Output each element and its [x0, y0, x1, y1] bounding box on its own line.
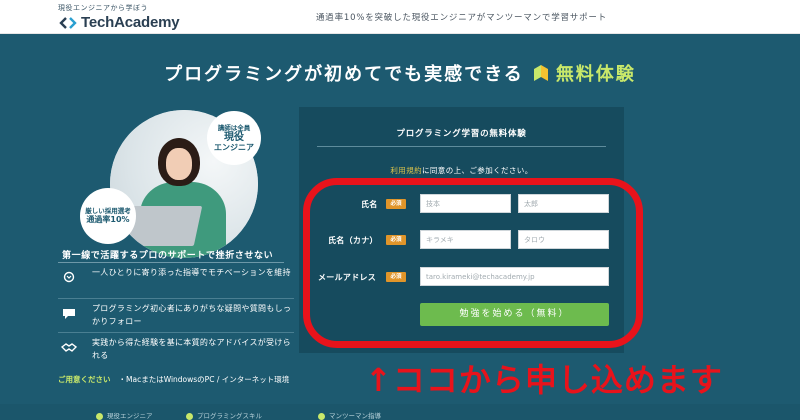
handshake-icon: [60, 338, 78, 356]
feature-item: 実践から得た経験を基に本質的なアドバイスが受けられる: [58, 336, 294, 362]
badge-icon: [318, 412, 325, 420]
hero-headline: プログラミングが初めてでも実感できる 無料体験: [0, 60, 800, 86]
divider: [317, 146, 606, 147]
logo-subtitle: 現役エンジニアから学ぼう: [58, 4, 148, 12]
feature-item: プログラミング初心者にありがちな疑問や質問もしっかりフォロー: [58, 302, 294, 328]
divider: [58, 332, 294, 333]
divider: [58, 298, 294, 299]
beginner-leaf-icon: [530, 62, 552, 84]
feature-item: 一人ひとりに寄り添った指導でモチベーションを維持: [58, 266, 294, 286]
footer-item: プログラミングスキル: [186, 410, 262, 420]
techacademy-logo[interactable]: 現役エンジニアから学ぼう TechAcademy: [58, 3, 180, 31]
terms-link[interactable]: 利用規約: [390, 166, 422, 175]
consent-text: 利用規約に同意の上、ご参加ください。: [390, 166, 533, 175]
header-tagline: 通過率10%を突破した現役エンジニアがマンツーマンで学習サポート: [316, 13, 607, 23]
pass-rate-badge: 厳しい採用選考 通過率10%: [80, 188, 136, 244]
headline-text: プログラミングが初めてでも実感できる: [164, 64, 524, 85]
logo-chevron-icon: [58, 16, 78, 30]
all-engineers-badge: 講師は全員 現役 エンジニア: [207, 111, 261, 165]
badge-icon: [96, 412, 103, 420]
divider: [58, 262, 284, 263]
footer-item: 現役エンジニア: [96, 410, 153, 420]
badge-icon: [186, 412, 193, 420]
footer-item: マンツーマン指導: [318, 410, 381, 420]
support-section-title: 第一線で活躍するプロのサポートで挫折させない: [62, 251, 274, 261]
annotation-text: ↑ココから申し込めます: [365, 361, 723, 399]
requirements-note: ご用意ください ・MacまたはWindowsのPC / インターネット環境: [58, 375, 290, 384]
hand-heart-icon: [60, 268, 78, 286]
chat-bubble-icon: [60, 304, 78, 322]
form-title: プログラミング学習の無料体験: [396, 129, 527, 139]
logo-text: TechAcademy: [81, 14, 180, 31]
site-header: 現役エンジニアから学ぼう TechAcademy 通過率10%を突破した現役エン…: [0, 0, 800, 34]
headline-accent: 無料体験: [555, 64, 636, 85]
annotation-highlight-frame: [303, 178, 643, 348]
